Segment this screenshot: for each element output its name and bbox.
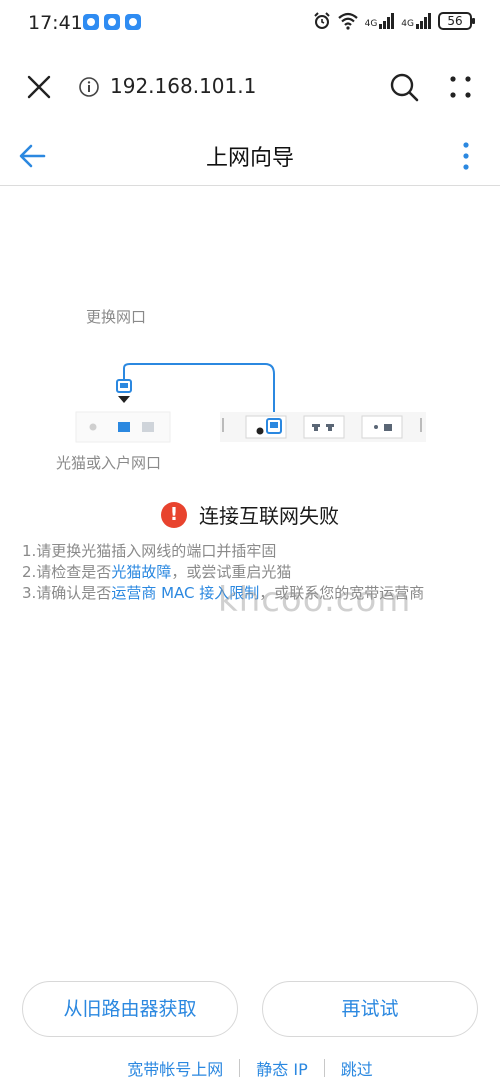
notification-icons: [83, 14, 141, 30]
tip-1: 1.请更换光猫插入网线的端口并插牢固: [22, 542, 277, 560]
error-icon: !: [161, 501, 187, 528]
page-title: 上网向导: [205, 146, 294, 171]
info-icon[interactable]: [78, 76, 100, 98]
system-icons: 4G 4G 56: [313, 12, 475, 30]
error-title: 连接互联网失败: [199, 504, 339, 528]
modem-active-port: [118, 422, 130, 432]
wifi-icon: [337, 12, 358, 30]
message-app-icon: [104, 14, 120, 30]
browser-menu-icon[interactable]: [446, 74, 476, 100]
footer-links: 宽带帐号上网 静态 IP 跳过: [0, 1056, 500, 1080]
connection-diagram: [75, 363, 426, 443]
close-icon[interactable]: [24, 72, 54, 102]
page-header: 上网向导: [0, 126, 500, 186]
static-ip-link[interactable]: 静态 IP: [256, 1056, 307, 1080]
browser-address-bar: 192.168.101.1: [0, 58, 500, 116]
signal-bars-icon: [379, 13, 395, 29]
signal-4g-icon: 4G: [365, 13, 396, 29]
tip-2-text: 2.请检查是否: [22, 563, 112, 581]
more-options-icon[interactable]: [456, 140, 476, 172]
url-text[interactable]: 192.168.101.1: [110, 74, 256, 98]
signal-4g-icon-2: 4G: [401, 13, 432, 29]
router-port-3: [361, 415, 403, 439]
modem-indicator: [89, 423, 97, 431]
footer-divider: [239, 1059, 241, 1077]
tip-2-suffix: ，或尝试重启光猫: [171, 563, 292, 581]
search-icon[interactable]: [388, 71, 420, 103]
error-row: ! 连接互联网失败: [0, 500, 500, 529]
network-type-2: 4G: [401, 19, 414, 29]
modem-port-label: 光猫或入户网口: [56, 454, 162, 472]
arrow-down-icon: [118, 396, 130, 403]
skip-link[interactable]: 跳过: [341, 1056, 373, 1080]
status-time: 17:41: [28, 12, 83, 34]
watermark: khcoo.com: [218, 580, 412, 620]
port-hint-label: 更换网口: [86, 308, 147, 326]
retry-button[interactable]: 再试试: [262, 981, 478, 1037]
battery-icon: 56: [438, 12, 475, 30]
get-from-old-router-button[interactable]: 从旧路由器获取: [22, 981, 238, 1037]
signal-bars-icon-2: [416, 13, 431, 29]
cable-line: [123, 363, 275, 418]
app-notification-icon: [125, 14, 141, 30]
router-port-2: [303, 415, 345, 439]
network-type-1: 4G: [364, 19, 378, 29]
footer-divider-2: [323, 1059, 325, 1077]
tip-3-text: 3.请确认是否: [22, 584, 112, 602]
modem-inactive-port: [142, 422, 154, 432]
wifi-app-icon: [83, 14, 99, 30]
modem-fault-link[interactable]: 光猫故障: [111, 563, 171, 581]
alarm-icon: [313, 12, 330, 29]
broadband-account-link[interactable]: 宽带帐号上网: [127, 1056, 223, 1080]
status-bar: 17:41 4G 4G 56: [0, 0, 500, 48]
